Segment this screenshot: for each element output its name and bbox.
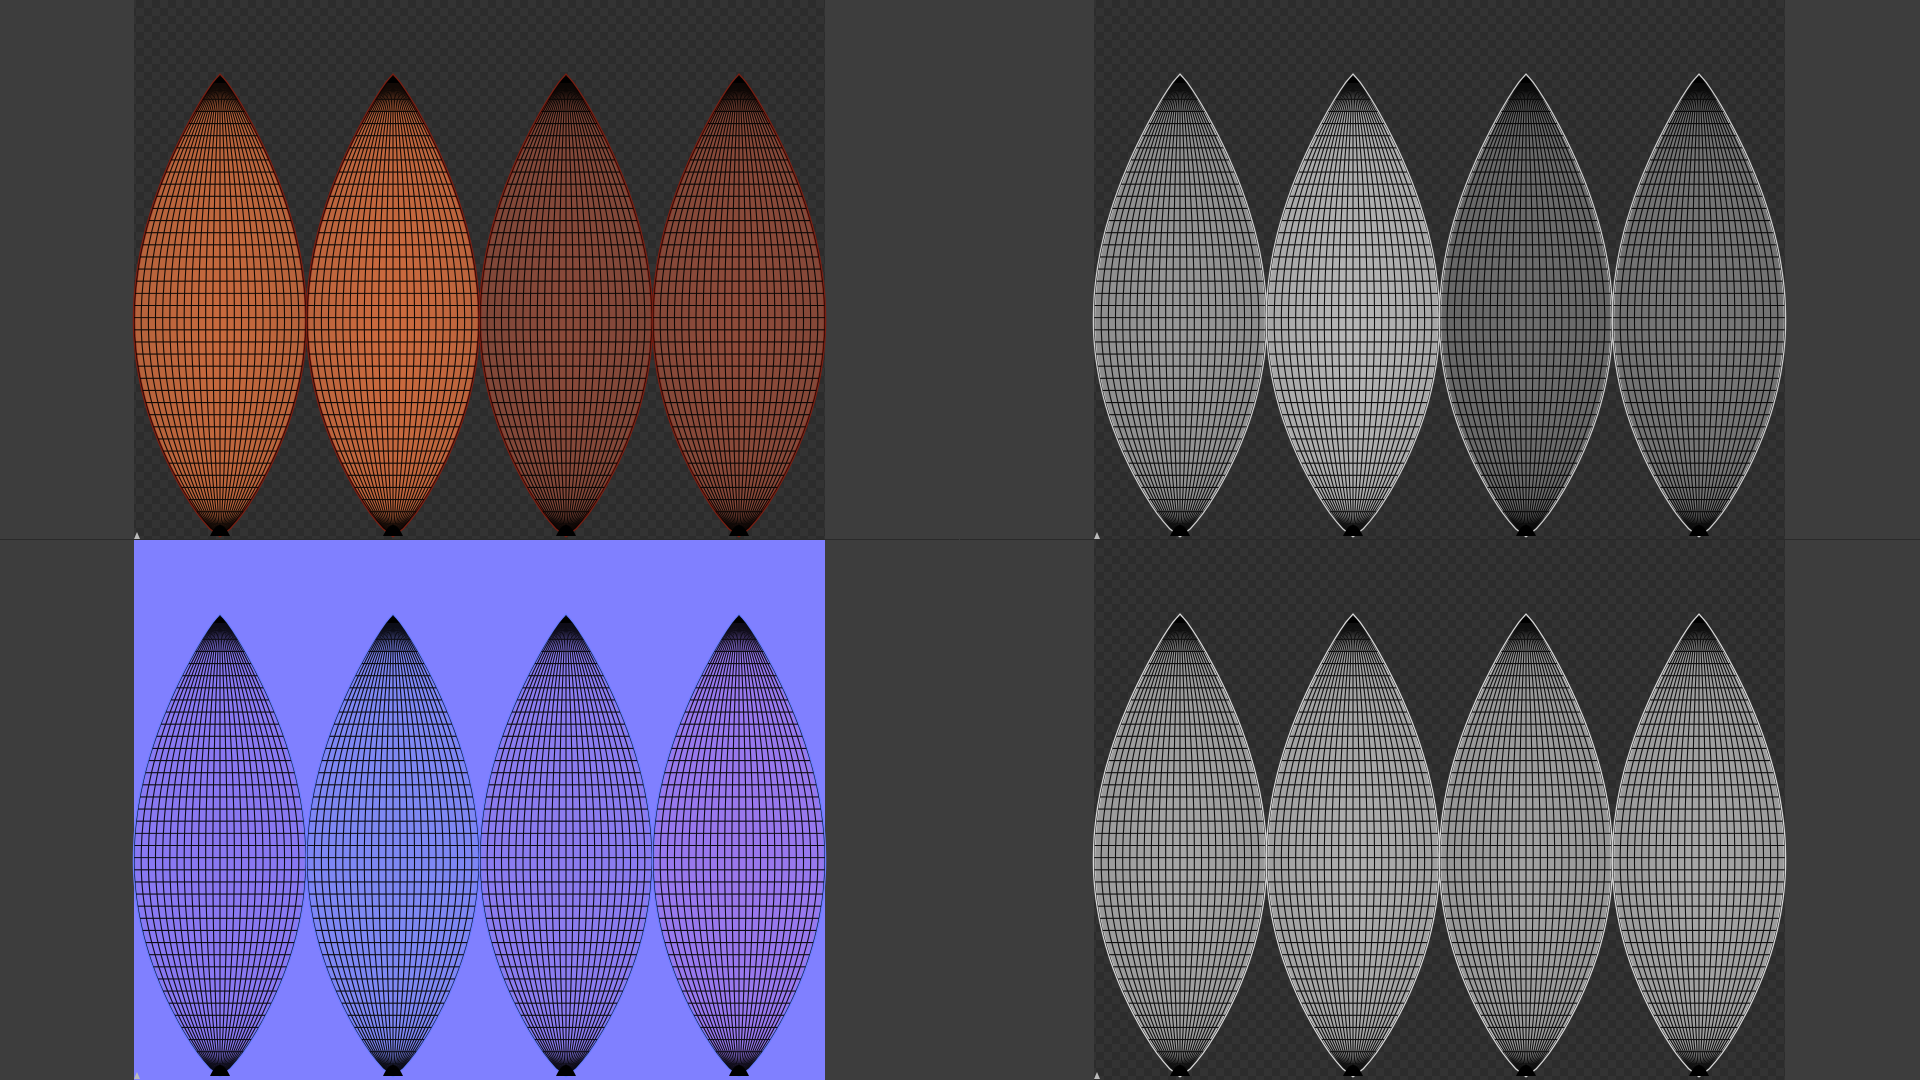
viewport-roughness[interactable] — [960, 0, 1920, 540]
viewport-height[interactable] — [960, 540, 1920, 1080]
uv-texture-editor — [0, 0, 1920, 1080]
area-divider-horizontal[interactable] — [0, 539, 1920, 540]
uv-canvas-height[interactable] — [960, 540, 1920, 1080]
uv-canvas-roughness[interactable] — [960, 0, 1920, 540]
area-divider-vertical[interactable] — [959, 0, 960, 1080]
viewport-base-color[interactable] — [0, 0, 960, 540]
uv-canvas-normal[interactable] — [0, 540, 960, 1080]
uv-canvas-base-color[interactable] — [0, 0, 960, 540]
viewport-normal[interactable] — [0, 540, 960, 1080]
